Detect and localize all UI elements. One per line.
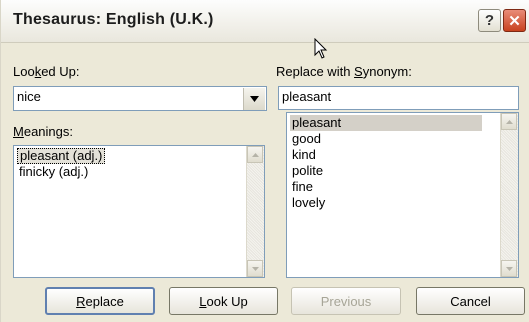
synonym-scrollbar[interactable] — [500, 113, 518, 277]
replace-button[interactable]: Replace — [45, 287, 155, 315]
replace-with-synonym-label: Replace with Synonym: — [276, 64, 412, 79]
close-button[interactable]: ✕ — [503, 9, 526, 32]
synonym-list-item[interactable]: good — [290, 131, 482, 147]
synonym-scroll-down-button[interactable] — [501, 260, 517, 277]
meanings-label: Meanings: — [13, 124, 73, 139]
previous-button[interactable]: Previous — [291, 287, 401, 315]
cancel-button-label: Cancel — [450, 293, 491, 309]
look-up-button[interactable]: Look Up — [169, 287, 278, 315]
meanings-scroll-down-button[interactable] — [247, 260, 263, 277]
meanings-scrollbar[interactable] — [246, 146, 264, 277]
thesaurus-dialog: Thesaurus: English (U.K.) ? ✕ Looked Up:… — [0, 0, 529, 322]
help-icon: ? — [484, 12, 495, 29]
triangle-up-icon — [505, 119, 513, 124]
synonym-list-item[interactable]: pleasant — [290, 115, 482, 131]
look-up-button-access-key: L — [199, 293, 207, 309]
look-up-button-label: ook Up — [206, 293, 248, 309]
replace-button-label: eplace — [85, 293, 124, 309]
synonym-listbox[interactable]: pleasant good kind polite fine lovely — [286, 112, 519, 278]
triangle-down-icon — [505, 266, 513, 271]
meanings-listbox[interactable]: pleasant (adj.) finicky (adj.) — [13, 145, 265, 278]
help-button[interactable]: ? — [478, 9, 501, 32]
replace-button-access-key: R — [76, 293, 86, 309]
looked-up-combobox[interactable]: nice — [13, 86, 267, 111]
replace-with-synonym-input[interactable]: pleasant — [278, 86, 519, 110]
close-icon: ✕ — [508, 12, 521, 30]
looked-up-value: nice — [17, 89, 41, 104]
mouse-pointer-icon — [314, 38, 328, 59]
synonym-list-item[interactable]: kind — [290, 147, 482, 163]
chevron-down-icon — [250, 96, 259, 102]
cancel-button[interactable]: Cancel — [416, 287, 525, 315]
replace-with-synonym-value: pleasant — [282, 89, 332, 104]
meanings-list: pleasant (adj.) finicky (adj.) — [17, 148, 106, 180]
looked-up-dropdown-button[interactable] — [243, 88, 265, 110]
looked-up-label: Looked Up: — [13, 64, 80, 79]
triangle-down-icon — [251, 266, 259, 271]
meanings-list-item[interactable]: pleasant (adj.) — [17, 148, 106, 164]
triangle-up-icon — [251, 152, 259, 157]
title-bar[interactable]: Thesaurus: English (U.K.) ? ✕ — [1, 0, 529, 43]
meanings-scroll-up-button[interactable] — [247, 146, 263, 163]
synonym-list-item[interactable]: lovely — [290, 195, 482, 211]
synonym-list: pleasant good kind polite fine lovely — [290, 115, 482, 211]
window-title: Thesaurus: English (U.K.) — [13, 11, 214, 28]
meanings-list-item[interactable]: finicky (adj.) — [17, 164, 105, 180]
synonym-scroll-up-button[interactable] — [501, 113, 517, 130]
synonym-list-item[interactable]: fine — [290, 179, 482, 195]
previous-button-label: Previous — [320, 293, 372, 309]
synonym-list-item[interactable]: polite — [290, 163, 482, 179]
